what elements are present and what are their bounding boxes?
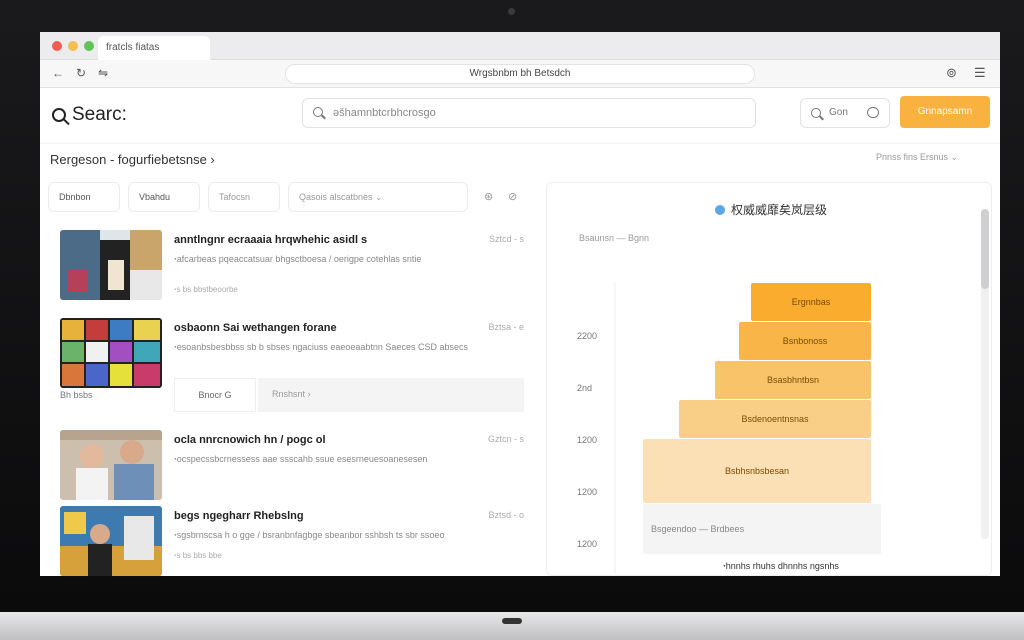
result-item[interactable]: osbaonn Sai wethangen forane Bztsa - e ꞏ…	[48, 308, 534, 412]
result-subtext: ꞏs bs bbs bbe	[174, 551, 222, 560]
result-title[interactable]: ocla nnrcnowich hn / pogc ol	[174, 434, 326, 446]
browser-tab[interactable]: fratcls fiatas	[98, 36, 210, 60]
chart-title-text: 权威威靡矣岚层级	[731, 203, 828, 217]
sub-filter-label: Bh bsbs	[60, 390, 93, 400]
funnel-chart: Ergnnbas Bsnbonoss Bsasbhntbsn Bsdenoentnsn…	[577, 283, 881, 573]
settings-icon[interactable]: ⊛	[484, 190, 493, 203]
minimize-window-button[interactable]	[68, 41, 78, 51]
maximize-window-button[interactable]	[84, 41, 94, 51]
search-icon	[811, 108, 821, 118]
results-list: anntlngnr ecraaaia hrqwhehic asidl s Szt…	[48, 220, 534, 576]
filter-chip-3[interactable]: Tafocsn	[208, 182, 280, 212]
url-field[interactable]: Wrgsbnbm bh Betsdch	[285, 64, 755, 84]
search-icon	[313, 107, 323, 117]
breadcrumb[interactable]: Rergeson - fogurfiebetsnse ›	[50, 152, 215, 167]
browser-window: fratcls fiatas ← ↻ ⇋ Wrgsbnbm bh Betsdch…	[40, 32, 1000, 576]
bar-label: Bsgeendoo — Brdbees	[651, 524, 745, 534]
result-item[interactable]: anntlngnr ecraaaia hrqwhehic asidl s Szt…	[48, 220, 534, 308]
sub-filter-pill[interactable]: Rnshsnt ›	[258, 378, 524, 412]
sort-dropdown[interactable]: Pnnss fins Ersnus ⌄	[876, 152, 958, 163]
view-toggle-icon[interactable]: ⊘	[508, 190, 517, 203]
y-tick-label: 1200	[577, 487, 597, 497]
bookmark-icon[interactable]: ⇋	[98, 66, 108, 80]
app-logo[interactable]: Searc:	[52, 104, 127, 126]
laptop-base	[0, 612, 1024, 640]
reload-icon[interactable]: ↻	[76, 66, 86, 80]
chart-legend-dot	[715, 204, 725, 215]
laptop-notch	[502, 618, 522, 624]
result-thumbnail	[60, 230, 162, 300]
y-tick-label: 1200	[577, 539, 597, 549]
search-input[interactable]: ǝšhamnbtcrbhcrosgo	[302, 98, 756, 128]
result-title[interactable]: begs ngegharr Rhebslng	[174, 510, 304, 522]
result-description: ꞏsgsbrnscsa h o gge / bsranbnfagbge sbea…	[174, 530, 445, 540]
filter-bar: Dbnbon Vbahdu Tafocsn Qasois alscatbnes …	[48, 182, 534, 212]
extension-icon[interactable]: ⊚	[946, 65, 957, 81]
title-bar: fratcls fiatas	[40, 32, 1000, 60]
scrollbar-thumb[interactable]	[981, 209, 989, 289]
quick-search-label: Gon	[829, 107, 848, 118]
chart-title: 权威威靡矣岚层级	[715, 201, 827, 218]
sub-filter-bar: Bh bsbs Bnocr G Rnshsnt ›	[48, 378, 534, 412]
result-meta: Bztsd - o	[488, 510, 524, 520]
sub-filter-pill[interactable]: Bnocr G	[174, 378, 256, 412]
primary-action-button[interactable]: Gnnapsamn	[900, 96, 990, 128]
chart-panel: 权威威靡矣岚层级 Bsaunsn — Bgnn Ergnnbas Bsnbonos…	[546, 182, 992, 576]
bar-label: Bsbhsnbsbesan	[725, 466, 789, 476]
result-meta: Sztcd - s	[488, 234, 524, 244]
result-thumbnail	[60, 506, 162, 576]
quick-search-button[interactable]: Gon	[800, 98, 890, 128]
result-item[interactable]: ocla nnrcnowich hn / pogc ol Gztcn - s ꞏ…	[48, 420, 534, 508]
close-window-button[interactable]	[52, 41, 62, 51]
filter-dropdown[interactable]: Qasois alscatbnes ⌄	[288, 182, 468, 212]
app-header: Searc: ǝšhamnbtcrbhcrosgo Gon Gnnapsamn	[40, 88, 1000, 144]
search-logo-icon	[52, 108, 66, 122]
bar-label: Ergnnbas	[792, 297, 831, 307]
chart-scrollbar[interactable]	[981, 209, 989, 539]
y-tick-label: 1200	[577, 435, 597, 445]
result-description: ꞏocspecssbcrnessess aae ssscahb ssue ese…	[174, 454, 428, 464]
brand-name: Searc:	[72, 104, 127, 125]
y-tick-label: 2200	[577, 331, 597, 341]
bar-label: Bsnbonoss	[783, 336, 828, 346]
filter-chip-2[interactable]: Vbahdu	[128, 182, 200, 212]
result-meta: Gztcn - s	[487, 434, 524, 444]
filter-chip-1[interactable]: Dbnbon	[48, 182, 120, 212]
bar-label: Bsdenoentnsnas	[741, 414, 809, 424]
search-placeholder: ǝšhamnbtcrbhcrosgo	[333, 107, 436, 119]
menu-icon[interactable]: ☰	[974, 65, 986, 81]
chart-footer: ꞏhnnhs rhuhs dhnnhs ngsnhs	[723, 561, 839, 571]
result-description: ꞏafcarbeas pqeaccatsuar bhgsctboesa / oe…	[174, 254, 422, 264]
result-title[interactable]: osbaonn Sai wethangen forane	[174, 322, 337, 334]
y-tick-label: 2nd	[577, 383, 592, 393]
result-meta: Bztsa - e	[488, 322, 524, 332]
result-subtext: ꞏs bs bbstbeoorbe	[174, 285, 238, 294]
address-bar-row: ← ↻ ⇋ Wrgsbnbm bh Betsdch ⊚ ☰	[40, 60, 1000, 88]
chat-icon	[867, 107, 879, 118]
bar-label: Bsasbhntbsn	[767, 375, 819, 385]
result-item[interactable]: begs ngegharr Rhebslng Bztsd - o ꞏsgsbrn…	[48, 496, 534, 576]
back-icon[interactable]: ←	[52, 66, 64, 80]
webcam	[508, 8, 515, 15]
result-title[interactable]: anntlngnr ecraaaia hrqwhehic asidl s	[174, 234, 367, 246]
result-description: ꞏesoanbsbesbbss sb b sbses ngaciuss eaeo…	[174, 342, 468, 352]
result-thumbnail	[60, 430, 162, 500]
chart-legend: Bsaunsn — Bgnn	[579, 233, 650, 243]
